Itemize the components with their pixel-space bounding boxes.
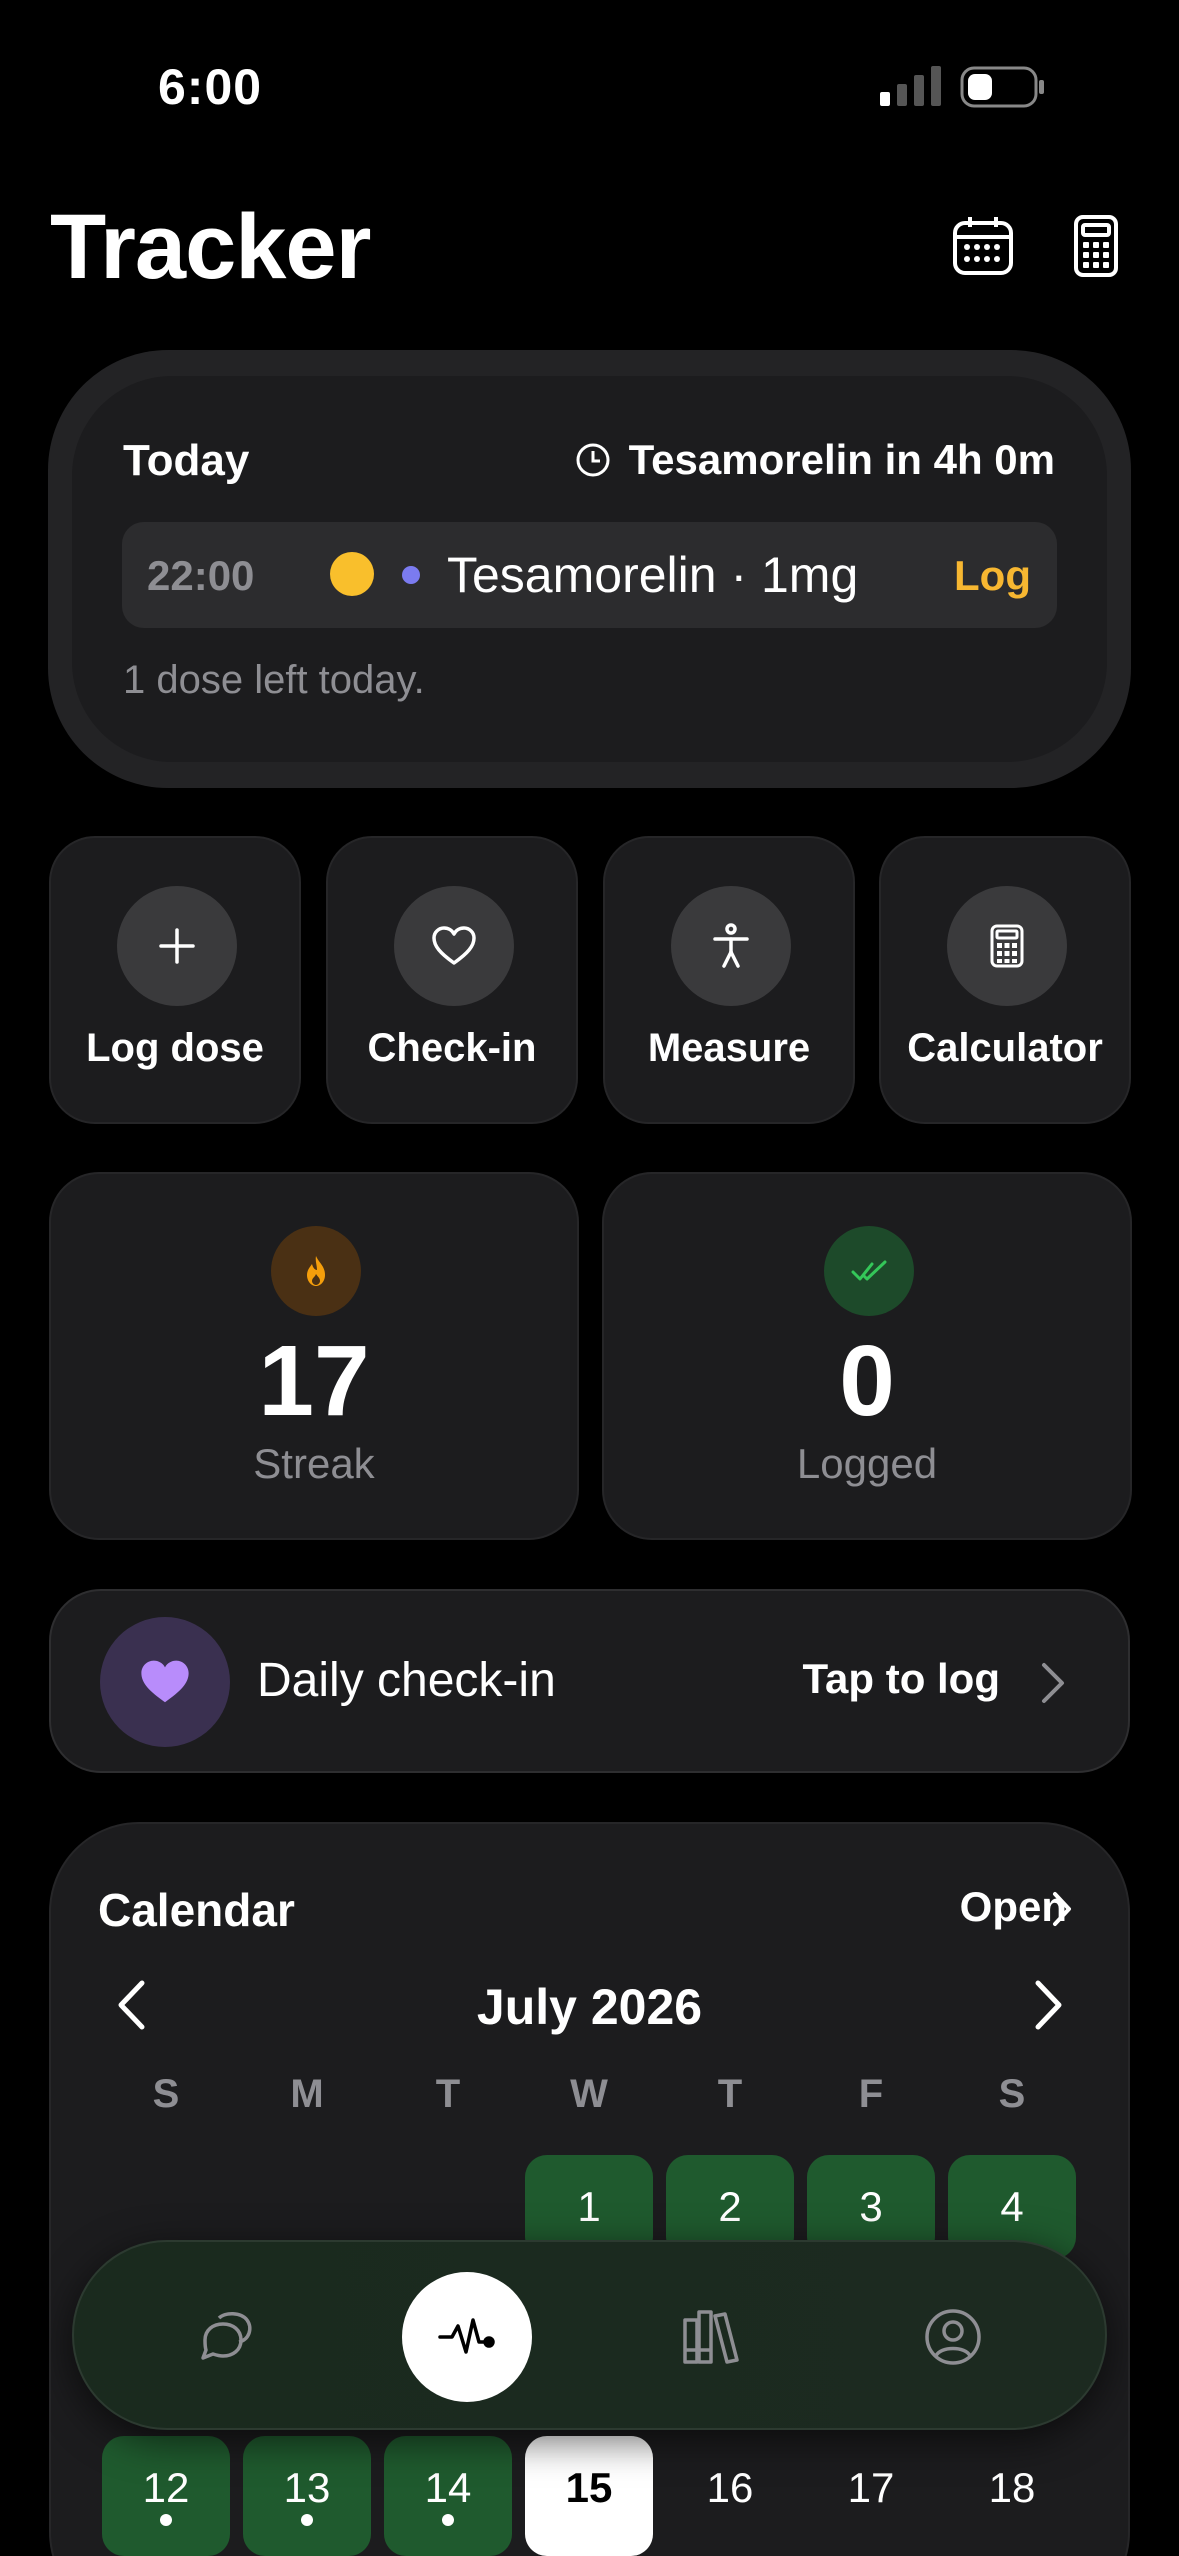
- chat-icon: [201, 2312, 252, 2360]
- log-button[interactable]: Log: [954, 552, 1031, 600]
- calendar-month: July 2026: [476, 1979, 703, 2035]
- calculator-icon[interactable]: [1066, 215, 1126, 277]
- calendar-day[interactable]: 14: [384, 2436, 512, 2556]
- status-bar: 6:00: [0, 0, 1179, 170]
- clock-icon: [576, 443, 610, 477]
- calendar-day[interactable]: 13: [243, 2436, 371, 2556]
- weekday-label: S: [152, 2072, 180, 2116]
- log-dose-button[interactable]: Log dose: [49, 836, 301, 1124]
- heart-icon: [100, 1617, 230, 1747]
- calendar-icon[interactable]: [952, 215, 1014, 277]
- weekday-label: W: [570, 2072, 608, 2116]
- weekday-label: T: [435, 2072, 461, 2116]
- check-in-button[interactable]: Check-in: [326, 836, 578, 1124]
- daily-check-in-row[interactable]: Daily check-in Tap to log: [49, 1589, 1130, 1773]
- next-dose: Tesamorelin in 4h 0m: [575, 436, 1055, 484]
- today-label: Today: [123, 436, 250, 485]
- calendar-day-number: 13: [283, 2464, 331, 2511]
- calendar-day[interactable]: 18: [948, 2436, 1076, 2540]
- signal-icon: [880, 66, 941, 106]
- next-month-button[interactable]: [1032, 1978, 1066, 2032]
- calculator-label: Calculator: [907, 1026, 1103, 1070]
- activity-icon: [438, 2318, 495, 2354]
- logged-card[interactable]: 0 Logged: [602, 1172, 1132, 1540]
- logged-label: Logged: [796, 1440, 938, 1487]
- daily-check-in-label: Daily check-in: [257, 1654, 556, 1707]
- status-time: 6:00: [158, 59, 263, 115]
- streak-card[interactable]: 17 Streak: [49, 1172, 579, 1540]
- flame-icon: [271, 1226, 361, 1316]
- tab-bar: [72, 2240, 1107, 2430]
- dose-color-dot: [402, 566, 420, 584]
- calendar-day-number: 14: [424, 2464, 472, 2511]
- calendar-title: Calendar: [98, 1884, 295, 1936]
- page-title: Tracker: [50, 196, 371, 298]
- logged-dot: [442, 2514, 454, 2526]
- plus-icon: [117, 886, 237, 1006]
- chevron-right-icon: [1053, 1892, 1071, 1926]
- logged-value: 0: [839, 1325, 895, 1437]
- battery-icon: [960, 66, 1044, 108]
- calendar-day-number: 12: [142, 2464, 190, 2511]
- doses-left-text: 1 dose left today.: [123, 658, 425, 702]
- measure-label: Measure: [647, 1026, 811, 1070]
- chevron-right-icon: [1042, 1663, 1064, 1703]
- tab-library[interactable]: [647, 2272, 777, 2402]
- double-check-icon: [824, 1226, 914, 1316]
- weekday-label: S: [998, 2072, 1026, 2116]
- tab-activity[interactable]: [402, 2272, 532, 2402]
- calendar-day[interactable]: 12: [102, 2436, 230, 2556]
- streak-value: 17: [258, 1325, 370, 1437]
- calculator-button[interactable]: Calculator: [879, 836, 1131, 1124]
- logged-dot: [160, 2514, 172, 2526]
- tab-profile[interactable]: [888, 2272, 1018, 2402]
- check-in-label: Check-in: [367, 1026, 537, 1070]
- calendar-day[interactable]: 16: [666, 2436, 794, 2540]
- profile-icon: [925, 2309, 981, 2365]
- weekday-label: T: [717, 2072, 743, 2116]
- sun-icon: [330, 552, 374, 596]
- next-dose-text: Tesamorelin in 4h 0m: [628, 436, 1055, 483]
- heart-icon: [394, 886, 514, 1006]
- library-icon: [683, 2310, 739, 2364]
- dose-time: 22:00: [147, 552, 255, 599]
- weekday-label: M: [290, 2072, 324, 2116]
- streak-label: Streak: [253, 1440, 375, 1487]
- calculator-icon: [947, 886, 1067, 1006]
- dose-name: Tesamorelin · 1mg: [447, 547, 859, 603]
- tab-chat[interactable]: [163, 2272, 293, 2402]
- log-dose-label: Log dose: [86, 1026, 264, 1070]
- dose-row[interactable]: 22:00 Tesamorelin · 1mg Log: [122, 522, 1057, 628]
- weekday-label: F: [858, 2072, 884, 2116]
- calendar-day[interactable]: 17: [807, 2436, 935, 2540]
- calendar-day-today[interactable]: 15: [525, 2436, 653, 2556]
- person-icon: [671, 886, 791, 1006]
- measure-button[interactable]: Measure: [603, 836, 855, 1124]
- logged-dot: [301, 2514, 313, 2526]
- tap-to-log: Tap to log: [802, 1655, 1000, 1702]
